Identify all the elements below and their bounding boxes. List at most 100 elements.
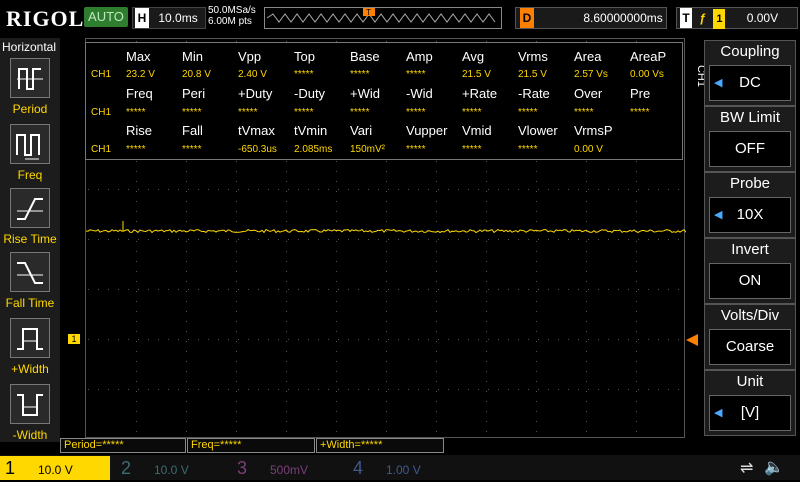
menu-item-rise-time[interactable]: Rise Time [0,188,60,246]
grid-dot [638,339,639,340]
unit-menu[interactable]: Unit ◀ [V] [704,370,796,436]
meas-value: ***** [182,107,202,118]
run-state-indicator[interactable]: AUTO [84,7,128,27]
unit-value[interactable]: ◀ [V] [709,395,791,431]
grid-dot [436,381,437,382]
bw-limit-menu[interactable]: BW Limit OFF [704,106,796,172]
probe-menu[interactable]: Probe ◀ 10X [704,172,796,238]
grid-dot [168,239,169,240]
speaker-muted-icon[interactable]: 🔈 [764,457,784,477]
grid-dot [268,189,269,190]
grid-dot [336,331,337,332]
grid-dot [438,339,439,340]
grid-dot [436,421,437,422]
bw-limit-value[interactable]: OFF [709,131,791,167]
grid-dot [668,289,669,290]
meas-value: ***** [518,144,538,155]
quick-measure-period[interactable]: Period=***** [60,438,186,453]
grid-dot [498,189,499,190]
grid-dot [486,401,487,402]
grid-dot [368,389,369,390]
grid-dot [586,371,587,372]
grid-dot [586,341,587,342]
trigger-box[interactable]: T ƒ 1 0.00V [676,7,798,29]
menu-item-period[interactable]: Period [0,58,60,116]
menu-item-plus-width[interactable]: +Width [0,318,60,376]
probe-value[interactable]: ◀ 10X [709,197,791,233]
grid-dot [488,289,489,290]
grid-dot [236,171,237,172]
grid-dot [286,361,287,362]
coupling-value[interactable]: ◀ DC [709,65,791,101]
grid-dot [618,339,619,340]
meas-value: 20.8 V [182,69,211,80]
grid-dot [236,291,237,292]
coupling-menu[interactable]: Coupling ◀ DC [704,40,796,106]
grid-dot [428,389,429,390]
meas-header: Vmid [462,123,492,138]
grid-dot [268,289,269,290]
grid-dot [378,189,379,190]
grid-dot [168,289,169,290]
grid-dot [236,311,237,312]
memory-overview-strip[interactable]: T [264,7,502,29]
grid-dot [636,201,637,202]
grid-dot [186,321,187,322]
grid-dot [236,201,237,202]
delay-box[interactable]: D 8.60000000ms [515,7,667,29]
grid-dot [186,241,187,242]
invert-value[interactable]: ON [709,263,791,299]
meas-value: ***** [350,107,370,118]
channel-2-status[interactable]: 2 10.0 V [116,456,226,480]
grid-dot [186,301,187,302]
grid-dot [118,389,119,390]
menu-item-minus-width[interactable]: -Width [0,384,60,442]
meas-value: ***** [462,144,482,155]
meas-value: ***** [182,144,202,155]
grid-dot [158,189,159,190]
grid-dot [198,389,199,390]
meas-header: -Wid [406,86,433,101]
invert-menu[interactable]: Invert ON [704,238,796,304]
timebase-box[interactable]: H 10.0ms [132,7,206,29]
grid-dot [658,339,659,340]
grid-dot [388,389,389,390]
channel-4-status[interactable]: 4 1.00 V [348,456,458,480]
grid-dot [628,289,629,290]
meas-header: Freq [126,86,153,101]
grid-dot [486,281,487,282]
grid-dot [428,339,429,340]
grid-dot [648,189,649,190]
grid-dot [586,201,587,202]
volts-div-value-text: Coarse [725,338,775,355]
grid-dot [448,289,449,290]
grid-dot [636,241,637,242]
grid-dot [136,391,137,392]
grid-dot [286,421,287,422]
grid-dot [536,371,537,372]
grid-dot [158,339,159,340]
grid-dot [648,339,649,340]
volts-div-value[interactable]: Coarse [709,329,791,365]
quick-measure-freq[interactable]: Freq=***** [187,438,315,453]
meas-header: AreaP [630,49,667,64]
meas-header: Pre [630,86,651,101]
channel-1-status[interactable]: 1 10.0 V [0,456,110,480]
grid-dot [228,189,229,190]
volts-div-menu[interactable]: Volts/Div Coarse [704,304,796,370]
trigger-level-marker[interactable] [686,334,698,346]
grid-dot [336,411,337,412]
meas-value: ***** [574,107,594,118]
quick-measure-plus-width[interactable]: +Width=***** [316,438,444,453]
grid-dot [286,201,287,202]
grid-dot [486,391,487,392]
channel-3-status[interactable]: 3 500mV [232,456,342,480]
grid-dot [336,341,337,342]
grid-dot [348,239,349,240]
grid-dot [436,311,437,312]
menu-item-freq[interactable]: Freq [0,124,60,182]
menu-item-fall-time[interactable]: Fall Time [0,252,60,310]
grid-dot [328,339,329,340]
menu-label-minus-width: -Width [12,428,48,442]
ch1-offset-marker[interactable]: 1 [68,334,80,344]
